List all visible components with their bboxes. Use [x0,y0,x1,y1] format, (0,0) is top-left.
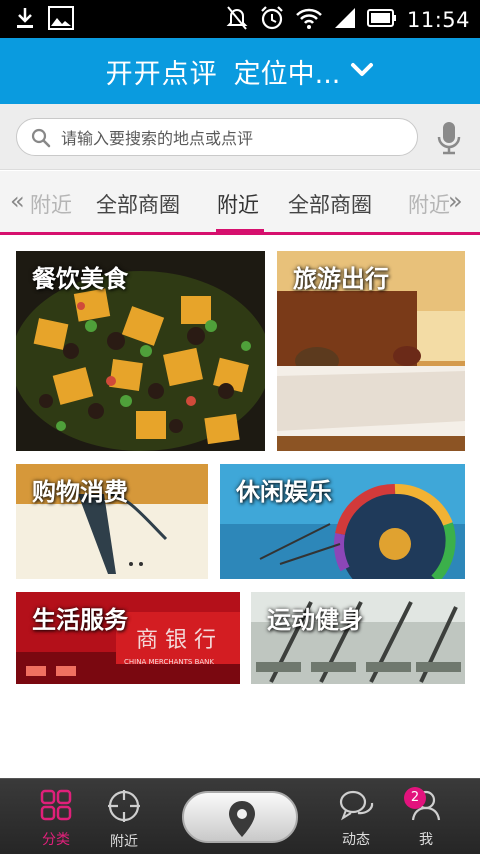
category-grid: 餐饮美食 旅游出行 购物消费 休闲娱乐 商 银 行 CHINA MERCHANT… [0,238,480,778]
crosshair-icon [107,790,141,827]
category-card-shopping[interactable]: 购物消费 [16,464,208,579]
svg-text:CHINA MERCHANTS BANK: CHINA MERCHANTS BANK [124,658,214,666]
notification-badge: 2 [404,787,426,809]
mute-icon [225,5,249,35]
chevron-down-icon[interactable] [350,61,374,83]
tab-all-districts-2[interactable]: 全部商圈 [288,189,372,219]
area-tabs: « 附近 全部商圈 附近 全部商圈 附近 » [0,171,480,235]
nav-label: 分类 [42,832,70,848]
location-pin-icon [229,801,255,837]
search-row [0,104,480,170]
microphone-icon[interactable] [436,121,462,159]
status-time: 11:54 [406,8,470,32]
chevron-left-double-icon[interactable]: « [10,187,25,215]
category-label: 餐饮美食 [32,265,128,293]
search-icon [31,128,51,152]
tab-all-districts[interactable]: 全部商圈 [96,189,180,219]
category-label: 休闲娱乐 [236,478,332,506]
grid-icon [40,789,72,825]
nav-label: 我 [419,832,433,848]
user-icon [410,790,442,825]
app-title: 开开点评 [105,58,218,90]
title-bar: 开开点评 定位中... [0,38,480,104]
nav-label: 附近 [110,834,138,850]
category-label: 运动健身 [267,606,363,634]
nav-category[interactable]: 分类 [26,789,86,849]
category-label: 生活服务 [32,606,128,634]
tab-nearby-next[interactable]: 附近 [408,189,450,219]
category-label: 购物消费 [32,478,128,506]
signal-icon [333,6,357,34]
battery-icon [366,8,397,32]
status-bar: 11:54 [0,0,480,38]
category-label: 旅游出行 [293,265,389,293]
svg-text:商 银 行: 商 银 行 [136,628,216,653]
category-card-food[interactable]: 餐饮美食 [16,251,265,451]
tab-nearby[interactable]: 附近 [217,189,259,219]
bottom-navigation: 分类 附近 动态 我 2 [0,778,480,854]
category-card-life-services[interactable]: 商 银 行 CHINA MERCHANTS BANK 生活服务 [16,592,240,684]
chat-bubbles-icon [338,790,374,825]
alarm-icon [259,5,285,35]
nav-nearby[interactable]: 附近 [94,789,154,851]
search-input[interactable] [61,125,401,151]
wifi-icon [295,6,323,34]
locate-button[interactable] [182,791,298,843]
location-selector[interactable]: 定位中... [234,52,341,91]
download-icon [14,6,36,34]
category-card-entertainment[interactable]: 休闲娱乐 [220,464,465,579]
chevron-right-double-icon[interactable]: » [448,187,463,215]
nav-activity[interactable]: 动态 [326,789,386,849]
active-tab-indicator [216,229,264,233]
search-box[interactable] [16,118,418,156]
tab-nearby-prev[interactable]: 附近 [30,189,72,219]
nav-label: 动态 [342,832,370,848]
category-card-sports[interactable]: 运动健身 [251,592,465,684]
image-icon [48,6,74,34]
category-card-travel[interactable]: 旅游出行 [277,251,465,451]
